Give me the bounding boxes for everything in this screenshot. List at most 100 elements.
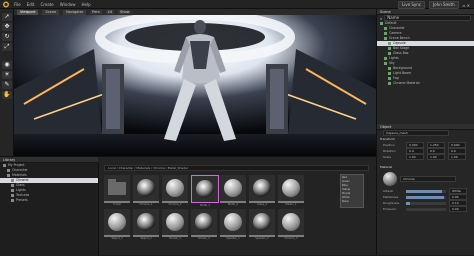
asset-path-bar[interactable]: Local / Character / Materials / Chrome /… [104, 165, 369, 171]
material-param-slider[interactable] [406, 189, 446, 193]
material-preview-swatch[interactable] [383, 172, 397, 186]
asset-label: Speaker_1 [226, 237, 240, 240]
asset-thumbnail[interactable]: Teapot_2 [133, 209, 159, 240]
folder-icon [7, 173, 10, 177]
app-logo-icon [3, 1, 9, 8]
scene-filter-input[interactable]: Name [384, 15, 471, 21]
transform-z-field[interactable]: 1.00 [448, 154, 466, 160]
folder-icon [7, 168, 10, 172]
tab-scene[interactable]: Scene [42, 9, 60, 15]
asset-thumbnail[interactable]: Metal_2 [220, 175, 246, 206]
window-controls-icon[interactable]: ▫ ✕ [463, 3, 470, 8]
show-menu-button[interactable]: Show [118, 10, 132, 14]
transform-label: Scale [383, 155, 392, 159]
material-sphere-preview [224, 179, 242, 197]
transform-label: Position [383, 143, 395, 147]
material-param-slider[interactable] [406, 207, 446, 211]
viewport-3d[interactable]: Viewport Scene Navigator Pers Lit Show [14, 9, 376, 156]
node-icon [384, 56, 387, 60]
asset-thumbnail[interactable]: Chrome_3 [278, 209, 304, 240]
node-icon [388, 46, 391, 50]
node-icon [388, 41, 391, 45]
node-icon [388, 66, 391, 70]
user-name[interactable]: John Smith [429, 1, 459, 9]
node-icon [384, 31, 387, 35]
asset-thumbnail[interactable]: Folder [104, 175, 130, 206]
hand-icon[interactable]: ✋ [2, 91, 12, 99]
scene-tree-label: Glass Box [393, 51, 409, 55]
asset-folder-item[interactable]: Presets [0, 198, 98, 203]
camera-mode-button[interactable]: Pers [90, 10, 102, 14]
folder-icon [11, 198, 14, 202]
material-sphere-preview [166, 213, 184, 231]
material-param-label: Roughness [383, 201, 400, 205]
lighting-mode-button[interactable]: Lit [105, 10, 114, 14]
asset-thumbnail[interactable]: Chrome_2 [162, 175, 188, 206]
material-sphere-preview [195, 213, 213, 231]
menu-file[interactable]: File [14, 2, 21, 7]
scene-render[interactable] [14, 9, 376, 156]
paint-icon[interactable]: ✎ [2, 81, 12, 89]
scene-tree-label: Scene Bench [389, 36, 410, 40]
tab-navigator[interactable]: Navigator [63, 9, 87, 15]
transform-y-field[interactable]: 1.00 [427, 154, 445, 160]
folder-icon [11, 183, 14, 187]
material-param-slider[interactable] [406, 195, 446, 199]
material-sphere-preview [253, 179, 271, 197]
material-row: Emission 0.00 [377, 206, 474, 212]
transform-row: Scale 1.00 1.00 1.00 [377, 154, 474, 160]
right-panel: Scene ⌕ Name Default Character Camera Scene… [376, 9, 474, 255]
asset-thumbnail[interactable]: Metal_1 [191, 175, 219, 207]
object-name-field[interactable]: Capsule_mesh [383, 130, 449, 136]
scene-tree-label: Ball Stage [393, 46, 410, 50]
menu-edit[interactable]: Edit [27, 2, 35, 7]
asset-thumbnail[interactable]: Shader_2 [191, 209, 217, 240]
move-icon[interactable]: ✥ [2, 23, 12, 31]
asset-thumbnail[interactable]: Speaker_1 [220, 209, 246, 240]
material-param-slider[interactable] [406, 201, 446, 205]
asset-folder-tree: My Project Character Materials Chrome Glass L… [0, 163, 99, 256]
material-param-label: Metalness [383, 195, 399, 199]
material-rows: Albedo White Metalness 0.95 Roughness 0.10 Emi… [377, 188, 474, 212]
asset-label: Shader_2 [197, 237, 211, 240]
tab-viewport[interactable]: Viewport [17, 9, 39, 15]
rotate-icon[interactable]: ↻ [2, 33, 12, 41]
menu-create[interactable]: Create [40, 2, 53, 7]
material-sphere-preview [137, 179, 155, 197]
asset-thumbnail[interactable]: Glass_1 [249, 175, 275, 206]
material-sphere-preview [196, 180, 214, 198]
scale-icon[interactable]: ⤢ [2, 43, 12, 51]
select-arrow-icon[interactable]: ➚ [2, 13, 12, 21]
scene-tree-label: Light Beam [393, 71, 412, 75]
asset-folder-label: Chrome [16, 178, 29, 182]
asset-thumbnail[interactable]: Speaker_2 [249, 209, 275, 240]
asset-label: Metal_1 [199, 204, 211, 207]
menu-help[interactable]: Help [82, 2, 91, 7]
asset-label: Chrome_1 [139, 203, 153, 206]
asset-thumbnail[interactable]: Shader_1 [162, 209, 188, 240]
material-sphere-preview [282, 179, 300, 197]
material-name-field[interactable]: Chrome [400, 176, 456, 182]
asset-label: Teapot_1 [111, 237, 123, 240]
color-tag-popup: Red Green Blue Yellow Purple White None [340, 174, 364, 208]
asset-thumbnail[interactable]: Teapot_1 [104, 209, 130, 240]
scene-tree-label: Capsule [393, 41, 406, 45]
main-menu: File Edit Create Window Help [14, 2, 91, 7]
asset-label: Teapot_2 [140, 237, 152, 240]
camera-icon[interactable]: ◉ [2, 61, 12, 69]
scene-tree-item[interactable]: Chrome Material [377, 81, 474, 86]
material-param-value[interactable]: 0.00 [449, 206, 467, 212]
asset-thumbnail[interactable]: Chrome_1 [133, 175, 159, 206]
color-tag-option[interactable]: None [342, 200, 362, 204]
menu-window[interactable]: Window [60, 2, 76, 7]
node-icon [380, 21, 383, 25]
asset-thumbnail[interactable]: Plastic_1 [278, 175, 304, 206]
asset-label: Chrome_2 [168, 203, 182, 206]
asset-label: Plastic_1 [285, 203, 297, 206]
material-sphere-preview [108, 213, 126, 231]
material-sphere-preview [166, 179, 184, 197]
node-icon [388, 71, 391, 75]
transform-x-field[interactable]: 1.00 [406, 154, 424, 160]
live-sync-button[interactable]: Live Sync [397, 1, 426, 9]
light-icon[interactable]: ☀ [2, 71, 12, 79]
